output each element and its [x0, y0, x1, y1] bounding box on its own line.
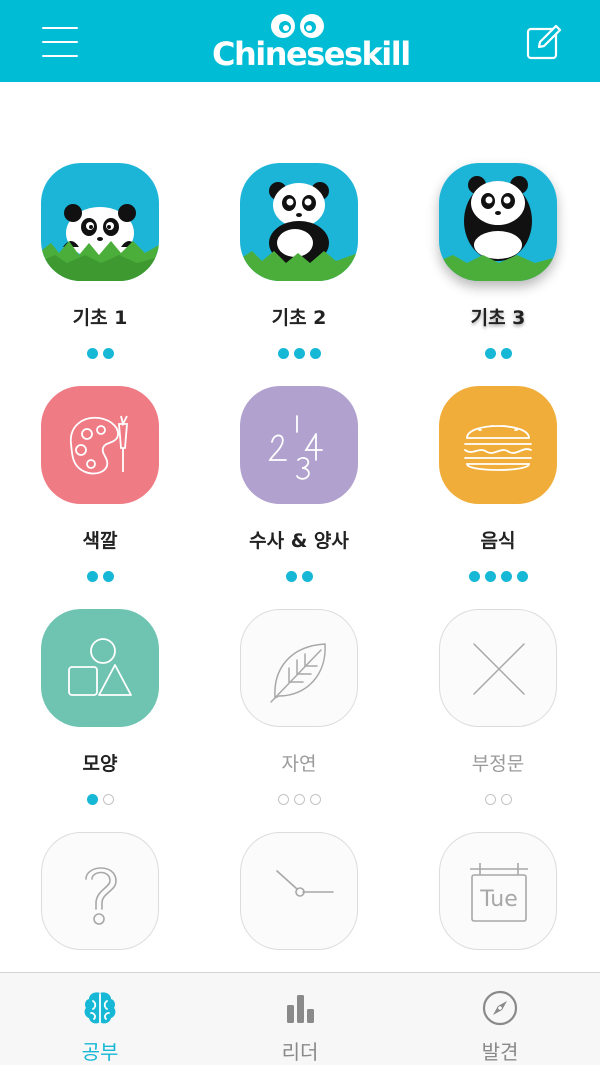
lesson-label: 부정문 [471, 753, 525, 775]
lesson-tile-nature[interactable]: 자연 [199, 609, 399, 831]
lesson-label: 자연 [281, 753, 317, 775]
progress-dot-filled [516, 571, 528, 582]
lesson-tile-basic-3[interactable]: 기초 3 [398, 163, 598, 385]
nav-tab-label: 공부 [81, 1040, 119, 1064]
compass-icon [482, 990, 518, 1026]
progress-dots [398, 789, 598, 805]
shapes-icon [68, 638, 132, 696]
progress-dot-filled [484, 571, 496, 582]
progress-dot-filled [86, 571, 98, 582]
calendar-day-text: Tue [479, 887, 518, 912]
progress-dot-empty [293, 794, 305, 805]
lesson-tile-colors[interactable]: 색깔 [0, 386, 200, 608]
lesson-tile-basic-1[interactable]: 기초 1 [0, 163, 200, 385]
lesson-label: 기초 1 [72, 307, 128, 329]
panda-sitting-icon [240, 182, 358, 281]
progress-dot-filled [285, 571, 297, 582]
lesson-tile-numbers[interactable]: 수사 & 양사 [199, 386, 399, 608]
app-logo: Chineseskill [212, 10, 411, 76]
progress-dots [199, 789, 399, 805]
progress-dot-empty [277, 794, 289, 805]
progress-dot-filled [500, 571, 512, 582]
nav-tab-label: 발견 [481, 1040, 519, 1064]
lesson-icon-box-locked[interactable] [240, 609, 358, 727]
progress-dots [199, 566, 399, 582]
progress-dots [199, 343, 399, 359]
lesson-tile-shapes[interactable]: 모양 [0, 609, 200, 831]
progress-dot-empty [102, 794, 114, 805]
lesson-tile-negation[interactable]: 부정문 [398, 609, 598, 831]
app-root: Chineseskill 기초 1 기초 2 기초 3 색깔 수사 & 양사 음… [0, 0, 600, 1065]
menu-line [42, 41, 78, 43]
edit-pencil-icon[interactable] [524, 22, 564, 62]
lesson-icon-box-locked[interactable] [439, 609, 557, 727]
progress-dot-empty [500, 794, 512, 805]
lesson-label: 음식 [480, 530, 516, 552]
lesson-icon-box-locked[interactable] [240, 832, 358, 950]
progress-dot-filled [301, 571, 313, 582]
lesson-icon-box[interactable] [41, 163, 159, 281]
progress-dot-filled [277, 348, 289, 359]
progress-dot-filled [468, 571, 480, 582]
lesson-label: 수사 & 양사 [249, 530, 349, 552]
progress-dot-filled [293, 348, 305, 359]
lesson-icon-box-locked[interactable]: Tue [439, 832, 557, 950]
lesson-tile-food[interactable]: 음식 [398, 386, 598, 608]
panda-peek-icon [41, 204, 159, 281]
lesson-tile-basic-2[interactable]: 기초 2 [199, 163, 399, 385]
hamburger-menu-icon[interactable] [42, 24, 80, 58]
lesson-icon-box-locked[interactable] [41, 832, 159, 950]
progress-dots [0, 789, 200, 805]
panda-standing-icon [439, 176, 557, 281]
logo-text: Chineseskill [212, 35, 411, 73]
burger-icon [464, 425, 532, 471]
nav-tab-leaderboard[interactable]: 리더 [200, 973, 400, 1065]
lesson-label: 기초 2 [271, 307, 327, 329]
lesson-icon-box[interactable] [439, 163, 557, 281]
clock-icon [276, 870, 334, 897]
progress-dots [0, 566, 200, 582]
lesson-label: 기초 3 [470, 307, 526, 329]
palette-icon [70, 415, 128, 475]
leaf-icon [270, 643, 326, 703]
bar-chart-icon [287, 995, 314, 1023]
lesson-icon-box[interactable] [240, 386, 358, 504]
menu-line [42, 27, 78, 29]
nav-tab-label: 리더 [281, 1040, 319, 1064]
nav-tab-discover[interactable]: 발견 [400, 973, 600, 1065]
progress-dot-empty [484, 794, 496, 805]
lesson-icon-box[interactable] [41, 609, 159, 727]
top-bar: Chineseskill [0, 0, 600, 82]
lesson-label: 모양 [82, 753, 118, 775]
cross-icon [473, 643, 525, 695]
numbers-icon [268, 415, 323, 480]
lesson-icon-box[interactable] [439, 386, 557, 504]
progress-dot-filled [309, 348, 321, 359]
progress-dot-filled [86, 348, 98, 359]
progress-dot-filled [86, 794, 98, 805]
question-icon [85, 867, 117, 925]
progress-dot-filled [500, 348, 512, 359]
brain-icon [84, 992, 116, 1024]
progress-dot-filled [484, 348, 496, 359]
progress-dots [0, 343, 200, 359]
progress-dot-filled [102, 571, 114, 582]
bottom-nav-bar: 공부 리더 발견 [0, 972, 600, 1065]
menu-line [42, 55, 78, 57]
progress-dot-empty [309, 794, 321, 805]
progress-dots [398, 343, 598, 359]
nav-tab-study[interactable]: 공부 [0, 973, 200, 1065]
lesson-icon-box[interactable] [240, 163, 358, 281]
lesson-icon-box[interactable] [41, 386, 159, 504]
calendar-tue-icon: Tue [470, 863, 528, 922]
lesson-label: 색깔 [82, 530, 118, 552]
progress-dots [398, 566, 598, 582]
progress-dot-filled [102, 348, 114, 359]
